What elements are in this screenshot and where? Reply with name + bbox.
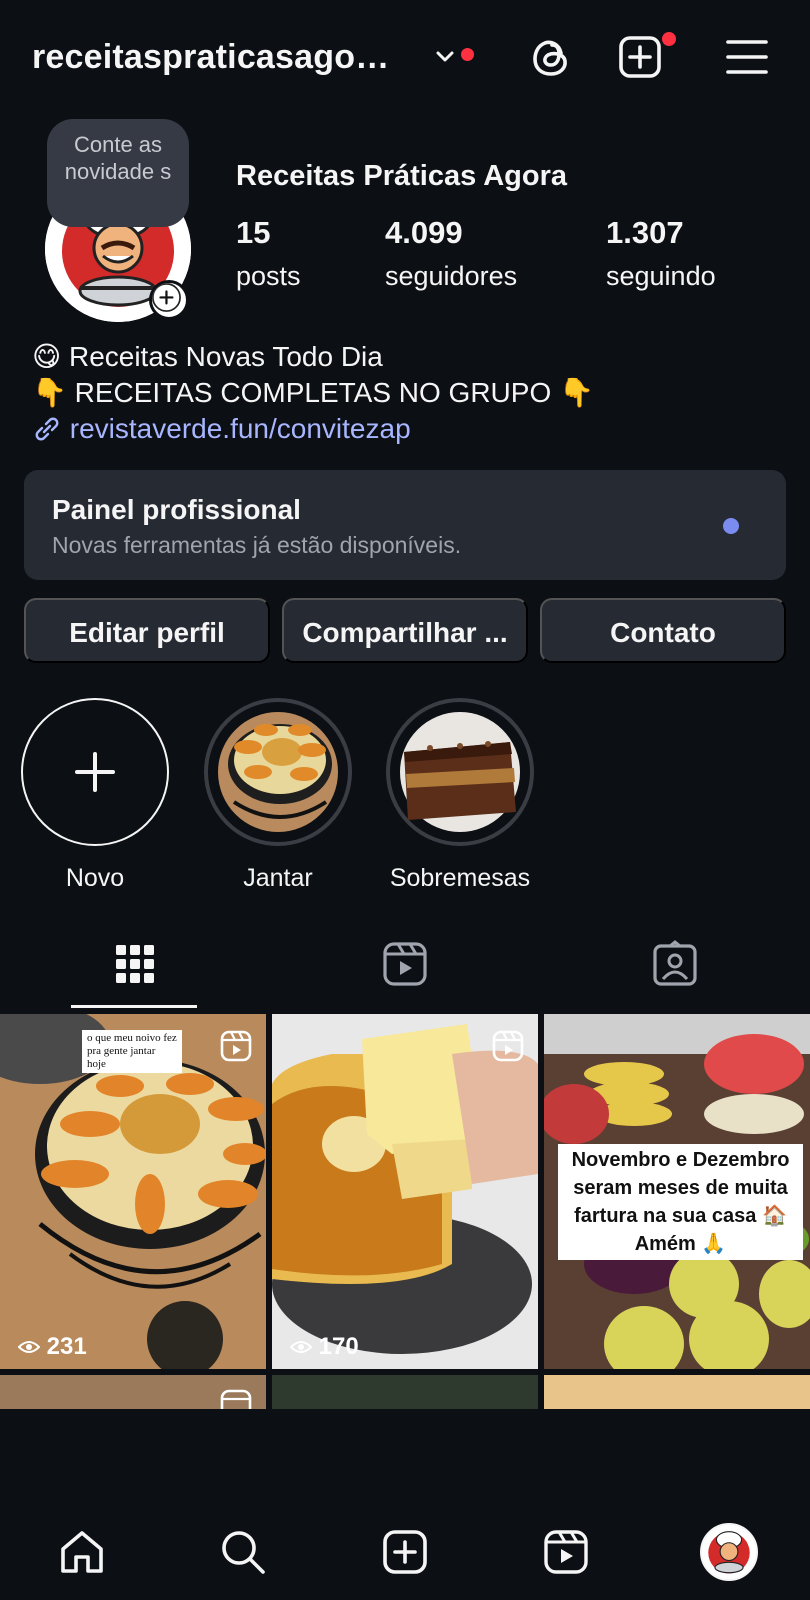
bio-line: 👇 RECEITAS COMPLETAS NO GRUPO 👇 xyxy=(32,377,594,408)
post-note: o que meu noivo fez pra gente jantar hoj… xyxy=(82,1030,182,1073)
dessert-thumbnail xyxy=(400,712,520,832)
view-count: 170 xyxy=(289,1333,359,1361)
profile-avatar[interactable] xyxy=(700,1523,758,1581)
stat-label: seguidores xyxy=(385,261,518,291)
bio-link[interactable]: revistaverde.fun/convitezap xyxy=(32,411,594,447)
profile-tabs xyxy=(0,935,810,1010)
note-bubble[interactable]: Conte as novidade s xyxy=(47,119,189,227)
highlight-ring xyxy=(386,698,534,846)
home-icon[interactable] xyxy=(57,1527,107,1577)
add-story-icon[interactable] xyxy=(149,280,189,320)
contact-button[interactable]: Contato xyxy=(540,598,786,663)
create-icon[interactable] xyxy=(380,1527,430,1577)
threads-icon[interactable] xyxy=(526,32,576,82)
stat-followers[interactable]: 4.099 seguidores xyxy=(385,215,517,292)
post-caption: Novembro e Dezembro seram meses de muita… xyxy=(558,1144,803,1260)
view-count: 231 xyxy=(17,1333,87,1361)
stat-value: 4.099 xyxy=(385,215,463,250)
menu-icon[interactable] xyxy=(722,32,772,82)
profile-bio: 😋 Receitas Novas Todo Dia 👇 RECEITAS COM… xyxy=(32,339,594,447)
reel-badge-icon xyxy=(220,1030,252,1062)
notification-dot xyxy=(461,48,474,61)
highlight-label: Jantar xyxy=(243,864,313,892)
new-post-icon[interactable] xyxy=(615,32,665,82)
top-bar: receitaspraticasago… xyxy=(0,0,810,120)
dinner-thumbnail xyxy=(218,712,338,832)
highlight-label: Novo xyxy=(65,864,125,892)
view-count-value: 170 xyxy=(318,1333,359,1360)
reels-icon[interactable] xyxy=(380,939,430,989)
highlight-sobremesas[interactable]: Sobremesas xyxy=(385,698,535,893)
post-tile[interactable]: Novembro e Dezembro seram meses de muita… xyxy=(544,1014,810,1369)
chef-logo-icon xyxy=(702,1525,756,1579)
highlight-new[interactable]: Novo xyxy=(20,698,170,893)
active-tab-indicator xyxy=(71,1005,197,1008)
highlight-jantar[interactable]: Jantar xyxy=(203,698,353,893)
stat-label: seguindo xyxy=(606,261,716,291)
stat-following[interactable]: 1.307 seguindo xyxy=(606,215,716,292)
professional-dashboard[interactable]: Painel profissional Novas ferramentas já… xyxy=(24,470,786,580)
share-profile-button[interactable]: Compartilhar ... xyxy=(282,598,528,663)
profile-name: Receitas Práticas Agora xyxy=(236,160,567,192)
post-tile[interactable]: 170 xyxy=(272,1014,538,1369)
posts-grid: o que meu noivo fez pra gente jantar hoj… xyxy=(0,1014,810,1409)
view-count-value: 231 xyxy=(46,1333,87,1360)
bio-line: 😋 Receitas Novas Todo Dia xyxy=(32,341,383,372)
link-icon xyxy=(35,417,59,441)
post-tile[interactable] xyxy=(0,1375,266,1409)
pro-panel-subtitle: Novas ferramentas já estão disponíveis. xyxy=(52,532,462,558)
highlight-ring xyxy=(204,698,352,846)
reel-badge-icon xyxy=(220,1389,252,1409)
stat-posts[interactable]: 15 posts xyxy=(236,215,301,292)
notification-dot xyxy=(662,32,676,46)
highlight-ring xyxy=(21,698,169,846)
stat-label: posts xyxy=(236,261,301,291)
post-tile[interactable] xyxy=(272,1375,538,1409)
chevron-down-icon[interactable] xyxy=(432,44,458,70)
post-image xyxy=(272,1014,538,1369)
eye-icon xyxy=(17,1341,41,1353)
pro-panel-title: Painel profissional xyxy=(52,494,301,525)
eye-icon xyxy=(289,1341,313,1353)
stat-value: 15 xyxy=(236,215,271,250)
tagged-icon[interactable] xyxy=(650,939,700,989)
grid-icon[interactable] xyxy=(110,939,160,989)
bio-link-text[interactable]: revistaverde.fun/convitezap xyxy=(70,413,411,444)
new-indicator-dot xyxy=(723,518,739,534)
plus-icon xyxy=(75,752,115,792)
post-tile[interactable]: o que meu noivo fez pra gente jantar hoj… xyxy=(0,1014,266,1369)
post-tile[interactable] xyxy=(544,1375,810,1409)
edit-profile-button[interactable]: Editar perfil xyxy=(24,598,270,663)
highlight-label: Sobremesas xyxy=(389,864,531,892)
bottom-navigation xyxy=(0,1503,810,1600)
stat-value: 1.307 xyxy=(606,215,684,250)
search-icon[interactable] xyxy=(218,1527,268,1577)
reels-icon[interactable] xyxy=(541,1527,591,1577)
reel-badge-icon xyxy=(492,1030,524,1062)
account-switcher[interactable]: receitaspraticasago… xyxy=(32,38,389,77)
